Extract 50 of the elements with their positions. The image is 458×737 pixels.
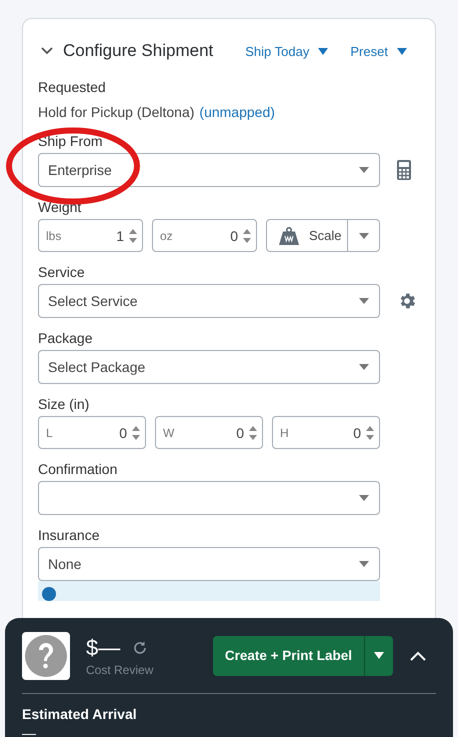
caret-icon — [359, 561, 369, 567]
select-field[interactable]: Select Package — [38, 350, 380, 384]
spinner-icon — [366, 426, 374, 440]
select-field[interactable]: None — [38, 547, 380, 581]
cost-amount: $— — [86, 634, 120, 660]
dropdown-menu[interactable]: Preset — [350, 44, 407, 58]
spinner-icon — [249, 426, 257, 440]
requested-service: Hold for Pickup (Deltona) — [38, 103, 194, 121]
caret-icon — [359, 364, 369, 370]
caret-icon — [318, 48, 328, 54]
spinner-icon — [129, 228, 137, 242]
unmapped-link[interactable]: (unmapped) — [199, 103, 275, 121]
field-label: Confirmation — [38, 460, 118, 478]
select-field[interactable]: Select Service — [38, 284, 380, 318]
field-label: Package — [38, 329, 94, 347]
collapse-icon[interactable] — [410, 650, 426, 660]
spinner-icon — [243, 228, 251, 242]
field-label: Size (in) — [38, 395, 90, 413]
estimated-arrival-label: Estimated Arrival — [22, 706, 138, 722]
field-label: Insurance — [38, 526, 100, 544]
scale-button[interactable]: Scale — [267, 220, 348, 251]
caret-icon — [359, 495, 369, 501]
info-icon — [42, 587, 56, 601]
field-label: Weight — [38, 198, 82, 216]
chevron-icon — [41, 47, 53, 55]
requested-label: Requested — [38, 78, 107, 96]
create-label-button[interactable]: Create + Print Label — [212, 636, 365, 676]
number-field[interactable]: lbs 1 — [38, 219, 143, 252]
create-options-button[interactable] — [365, 636, 393, 676]
weight-icon — [279, 226, 299, 244]
estimated-arrival-value: — — [22, 725, 37, 737]
caret-icon — [374, 652, 384, 659]
select-field[interactable]: Enterprise — [38, 153, 380, 187]
cost-review-label: Cost Review — [86, 662, 154, 676]
caret-icon — [396, 48, 407, 54]
dropdown-menu[interactable]: Ship Today — [245, 44, 328, 58]
number-field[interactable]: oz 0 — [152, 219, 257, 252]
caret-icon — [358, 232, 368, 238]
field-label: Service — [38, 263, 86, 281]
spinner-icon — [132, 426, 140, 440]
caret-icon — [359, 298, 369, 304]
caret-icon — [359, 167, 369, 173]
number-field[interactable]: L 0 — [38, 416, 146, 449]
calculator-icon[interactable] — [397, 160, 411, 180]
number-field[interactable]: H 0 — [272, 416, 380, 449]
select-field[interactable] — [38, 481, 380, 515]
number-field[interactable]: W 0 — [155, 416, 263, 449]
unknown-carrier-icon — [22, 632, 70, 680]
refresh-icon[interactable] — [132, 640, 148, 656]
section-toggle[interactable]: Configure Shipment — [38, 41, 214, 61]
